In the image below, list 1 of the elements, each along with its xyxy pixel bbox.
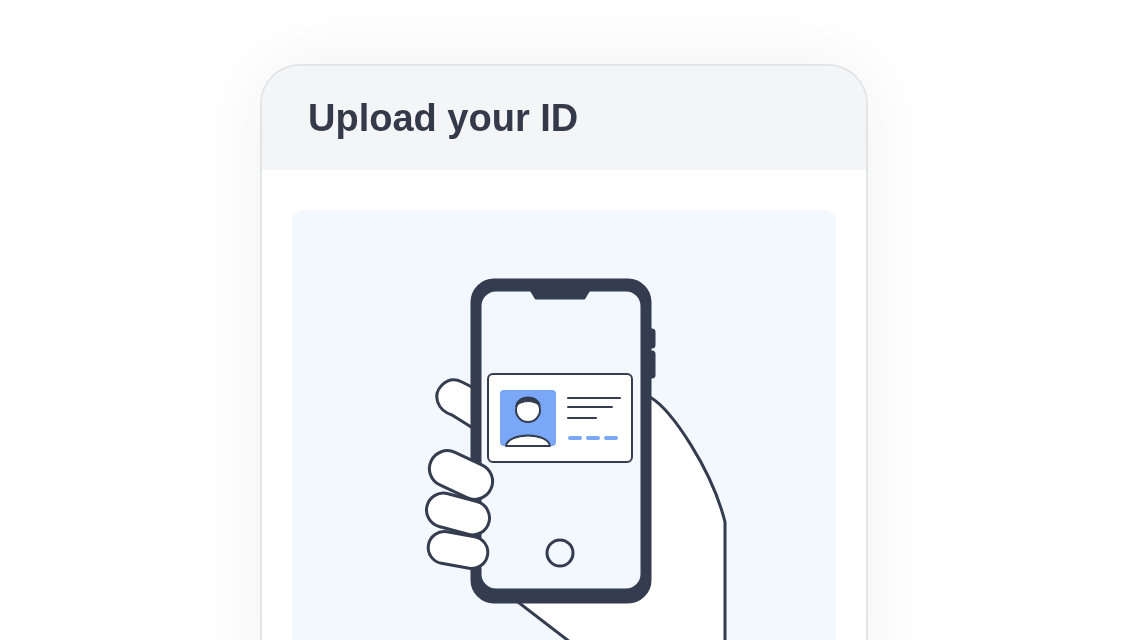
card-title: Upload your ID	[308, 99, 579, 137]
